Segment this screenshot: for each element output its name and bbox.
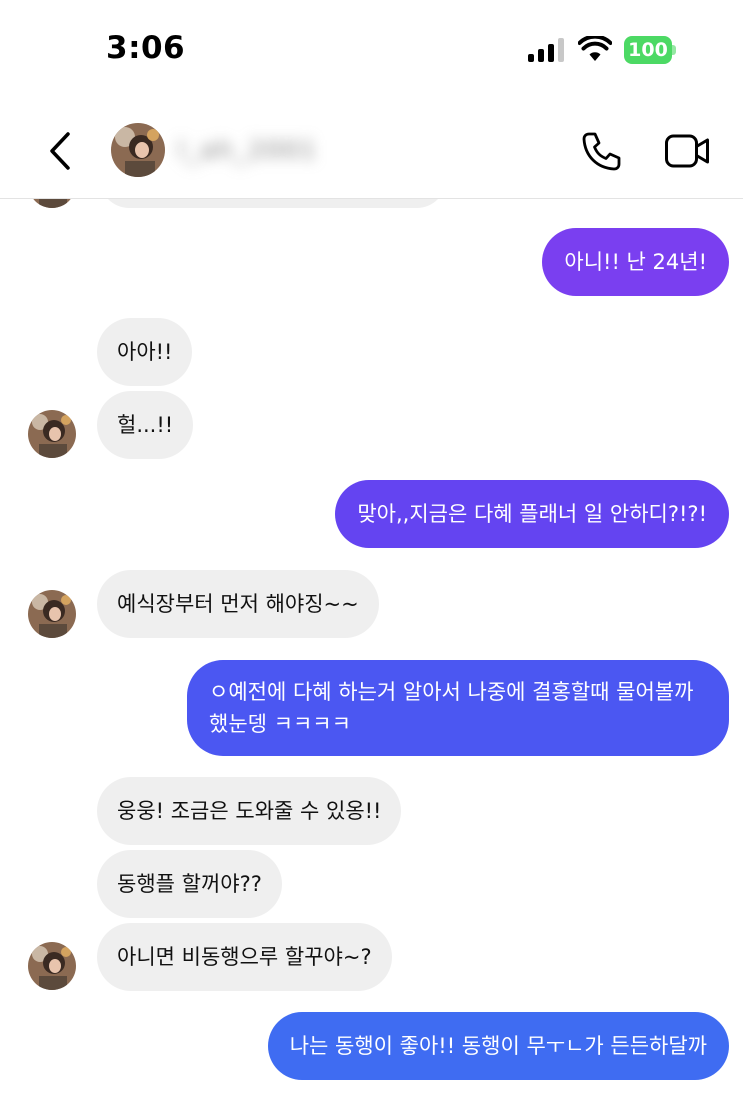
chevron-left-icon[interactable] — [44, 130, 78, 172]
message-bubble-incoming[interactable]: 예식장부터 먼저 해야징~~ — [97, 570, 379, 638]
message-bubble-outgoing[interactable]: 나는 동행이 좋아!! 동행이 무ㅜㄴ가 든든하달까 — [267, 1012, 729, 1080]
avatar[interactable] — [28, 590, 76, 638]
battery-icon: 100 — [624, 36, 676, 64]
signal-icon — [528, 38, 564, 62]
message-bubble-outgoing[interactable]: 맞아,,지금은 다혜 플래너 일 안하디?!?! — [335, 480, 729, 548]
contact-name[interactable]: l_ah_2001 — [178, 136, 368, 166]
message-bubble-incoming[interactable]: 아니면 비동행으루 할꾸야~? — [97, 923, 392, 991]
status-time: 3:06 — [106, 30, 186, 66]
status-bar: 3:06 100 — [0, 0, 743, 100]
battery-level: 100 — [624, 36, 672, 64]
message-bubble-outgoing[interactable]: 아니!! 난 24년! — [542, 228, 729, 296]
message-bubble-incoming[interactable]: 아아!! — [97, 318, 193, 386]
avatar[interactable] — [111, 123, 165, 177]
wifi-icon — [578, 36, 612, 61]
message-bubble-incoming[interactable]: 헐...!! — [97, 391, 194, 459]
chat-header: l_ah_2001 — [0, 100, 743, 199]
video-camera-icon[interactable] — [664, 132, 710, 170]
message-bubble-incoming[interactable]: 동행플 할꺼야?? — [97, 850, 282, 918]
message-bubble-incoming[interactable]: 웅웅! 조금은 도와줄 수 있옹!! — [97, 777, 402, 845]
phone-icon[interactable] — [580, 130, 622, 172]
message-bubble-outgoing[interactable]: ㅇ예전에 다혜 하는거 알아서 나중에 결홍할때 물어볼까 했눈뎅 ㅋㅋㅋㅋ — [187, 660, 729, 756]
avatar[interactable] — [28, 942, 76, 990]
avatar[interactable] — [28, 410, 76, 458]
